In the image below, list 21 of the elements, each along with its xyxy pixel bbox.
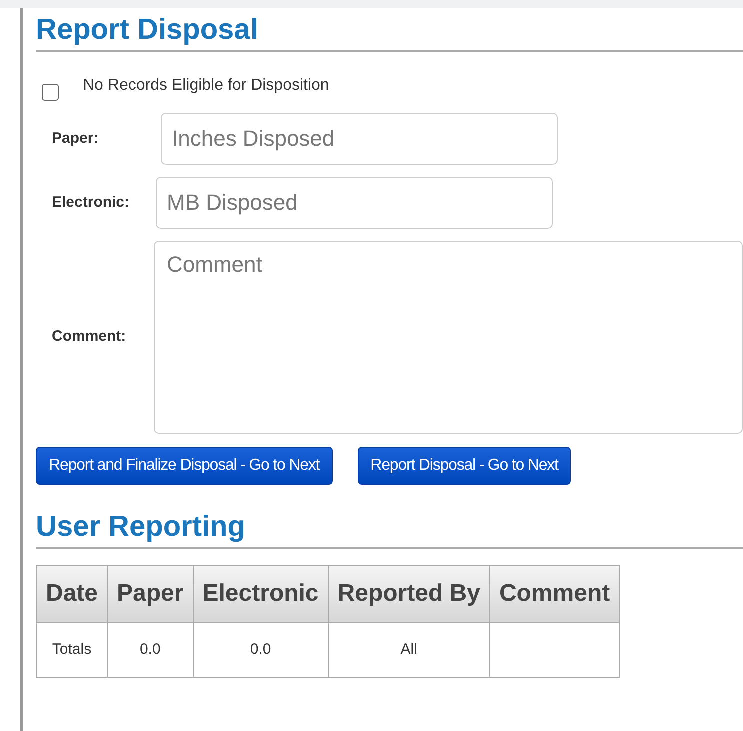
action-button[interactable]: Report Disposal - Go to Next — [358, 447, 572, 485]
section-title: User Reporting — [36, 505, 743, 549]
table-cell: Totals — [36, 622, 108, 678]
input-field[interactable]: MB Disposed — [156, 177, 553, 229]
table-cell: 0.0 — [193, 622, 328, 678]
action-button[interactable]: Report and Finalize Disposal - Go to Next — [36, 447, 333, 485]
table-cell: All — [328, 622, 490, 678]
input-field[interactable]: Inches Disposed — [161, 113, 558, 165]
column-header: Paper — [108, 566, 194, 622]
field-label: Electronic: — [51, 192, 131, 213]
column-header: Electronic — [193, 566, 328, 622]
checkbox-label: No Records Eligible for Disposition — [83, 76, 330, 96]
column-header: Reported By — [328, 566, 490, 622]
comment-field[interactable]: Comment — [154, 241, 743, 434]
column-header: Comment — [490, 566, 620, 622]
checkbox[interactable] — [42, 84, 59, 101]
column-header: Date — [36, 566, 108, 622]
section-title: Report Disposal — [36, 8, 743, 52]
table-cell: 0.0 — [108, 622, 194, 678]
field-label: Paper: — [51, 128, 100, 149]
field-label: Comment: — [51, 327, 128, 348]
